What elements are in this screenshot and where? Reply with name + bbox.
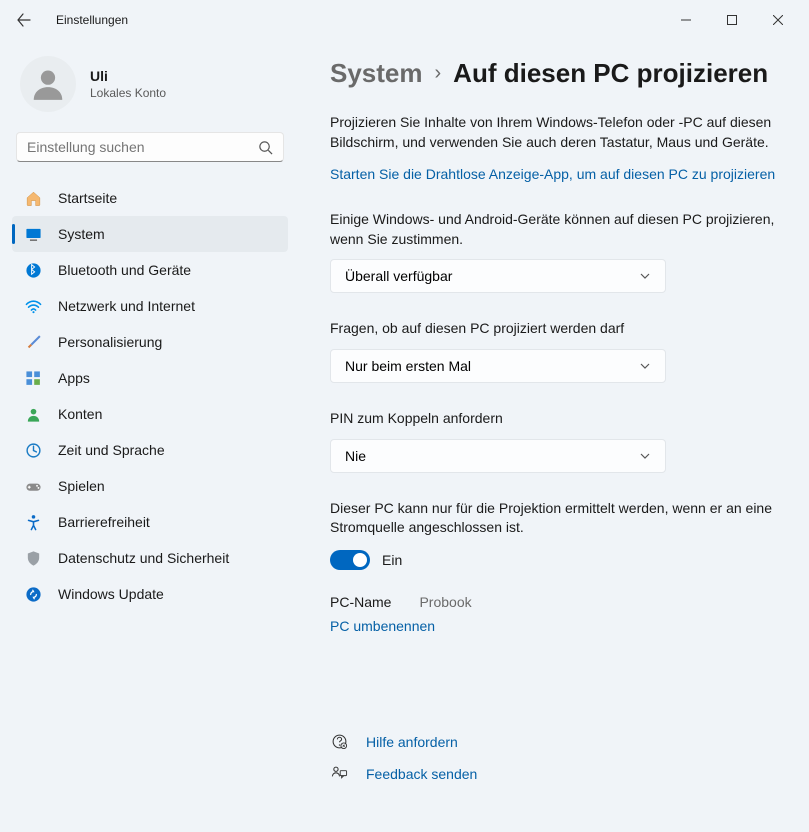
gamepad-icon xyxy=(24,477,42,495)
chevron-down-icon xyxy=(639,450,651,462)
feedback-icon xyxy=(330,765,348,783)
maximize-icon xyxy=(727,15,737,25)
breadcrumb: System › Auf diesen PC projizieren xyxy=(330,58,779,89)
nav-label: Netzwerk und Internet xyxy=(58,298,195,314)
nav-item-home[interactable]: Startseite xyxy=(12,180,288,216)
availability-label: Einige Windows- und Android-Geräte könne… xyxy=(330,210,779,249)
dropdown-value: Nie xyxy=(345,448,366,464)
nav-label: Windows Update xyxy=(58,586,164,602)
sidebar: Uli Lokales Konto Startseite System Blue… xyxy=(0,40,300,832)
availability-dropdown[interactable]: Überall verfügbar xyxy=(330,259,666,293)
nav-label: System xyxy=(58,226,105,242)
ask-permission-label: Fragen, ob auf diesen PC projiziert werd… xyxy=(330,319,779,339)
pc-name-label: PC-Name xyxy=(330,594,391,610)
chevron-right-icon: › xyxy=(435,62,442,85)
help-link[interactable]: Hilfe anfordern xyxy=(330,726,779,758)
nav-label: Konten xyxy=(58,406,102,422)
nav-item-network[interactable]: Netzwerk und Internet xyxy=(12,288,288,324)
window-title: Einstellungen xyxy=(56,13,128,27)
pin-dropdown[interactable]: Nie xyxy=(330,439,666,473)
chevron-down-icon xyxy=(639,360,651,372)
nav-item-bluetooth[interactable]: Bluetooth und Geräte xyxy=(12,252,288,288)
launch-app-link[interactable]: Starten Sie die Drahtlose Anzeige-App, u… xyxy=(330,166,775,182)
help-icon xyxy=(330,733,348,751)
minimize-button[interactable] xyxy=(663,4,709,36)
pin-label: PIN zum Koppeln anfordern xyxy=(330,409,779,429)
power-label: Dieser PC kann nur für die Projektion er… xyxy=(330,499,779,538)
help-link-text: Hilfe anfordern xyxy=(366,734,458,750)
page-description: Projizieren Sie Inhalte von Ihrem Window… xyxy=(330,113,779,152)
bluetooth-icon xyxy=(24,261,42,279)
titlebar: Einstellungen xyxy=(0,0,809,40)
shield-icon xyxy=(24,549,42,567)
search-input[interactable] xyxy=(27,139,258,155)
update-icon xyxy=(24,585,42,603)
nav-item-update[interactable]: Windows Update xyxy=(12,576,288,612)
avatar xyxy=(20,56,76,112)
pc-name-value: Probook xyxy=(419,594,471,610)
nav-label: Barrierefreiheit xyxy=(58,514,150,530)
nav-label: Startseite xyxy=(58,190,117,206)
back-button[interactable] xyxy=(8,4,40,36)
feedback-link-text: Feedback senden xyxy=(366,766,477,782)
brush-icon xyxy=(24,333,42,351)
feedback-link[interactable]: Feedback senden xyxy=(330,758,779,790)
search-icon xyxy=(258,140,273,155)
dropdown-value: Nur beim ersten Mal xyxy=(345,358,471,374)
power-toggle[interactable] xyxy=(330,550,370,570)
chevron-down-icon xyxy=(639,270,651,282)
accessibility-icon xyxy=(24,513,42,531)
nav-item-system[interactable]: System xyxy=(12,216,288,252)
nav-label: Personalisierung xyxy=(58,334,162,350)
nav-label: Datenschutz und Sicherheit xyxy=(58,550,229,566)
nav-item-apps[interactable]: Apps xyxy=(12,360,288,396)
nav-item-accounts[interactable]: Konten xyxy=(12,396,288,432)
wifi-icon xyxy=(24,297,42,315)
person-icon xyxy=(24,405,42,423)
nav-item-time[interactable]: Zeit und Sprache xyxy=(12,432,288,468)
main-content: System › Auf diesen PC projizieren Proji… xyxy=(300,40,809,832)
close-button[interactable] xyxy=(755,4,801,36)
ask-permission-dropdown[interactable]: Nur beim ersten Mal xyxy=(330,349,666,383)
nav-list: Startseite System Bluetooth und Geräte N… xyxy=(12,180,288,612)
nav-item-privacy[interactable]: Datenschutz und Sicherheit xyxy=(12,540,288,576)
home-icon xyxy=(24,189,42,207)
nav-label: Bluetooth und Geräte xyxy=(58,262,191,278)
user-icon xyxy=(29,65,67,103)
window-controls xyxy=(663,4,801,36)
nav-label: Zeit und Sprache xyxy=(58,442,165,458)
minimize-icon xyxy=(681,15,691,25)
apps-icon xyxy=(24,369,42,387)
breadcrumb-parent[interactable]: System xyxy=(330,58,423,89)
nav-item-accessibility[interactable]: Barrierefreiheit xyxy=(12,504,288,540)
user-block[interactable]: Uli Lokales Konto xyxy=(12,40,288,128)
rename-pc-link[interactable]: PC umbenennen xyxy=(330,618,435,634)
user-name: Uli xyxy=(90,68,166,84)
nav-label: Spielen xyxy=(58,478,105,494)
user-account-type: Lokales Konto xyxy=(90,86,166,100)
search-box[interactable] xyxy=(16,132,284,162)
page-title: Auf diesen PC projizieren xyxy=(453,58,768,89)
close-icon xyxy=(773,15,783,25)
arrow-left-icon xyxy=(16,12,32,28)
system-icon xyxy=(24,225,42,243)
clock-globe-icon xyxy=(24,441,42,459)
maximize-button[interactable] xyxy=(709,4,755,36)
nav-item-personalization[interactable]: Personalisierung xyxy=(12,324,288,360)
dropdown-value: Überall verfügbar xyxy=(345,268,452,284)
toggle-state-label: Ein xyxy=(382,552,402,568)
nav-label: Apps xyxy=(58,370,90,386)
nav-item-gaming[interactable]: Spielen xyxy=(12,468,288,504)
